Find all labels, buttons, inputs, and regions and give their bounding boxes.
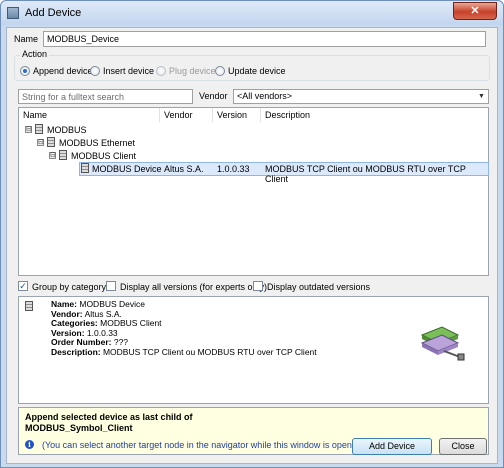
detail-description-label: Description: — [51, 346, 101, 357]
insert-device-radio[interactable] — [90, 66, 100, 76]
vendor-label: Vendor — [199, 91, 228, 101]
update-device-label[interactable]: Update device — [228, 66, 286, 76]
device-image — [400, 301, 484, 385]
close-icon[interactable]: ✕ — [453, 2, 497, 20]
name-label: Name — [14, 34, 39, 44]
display-all-versions-label[interactable]: Display all versions (for experts only) — [120, 282, 267, 292]
device-icon — [25, 301, 33, 311]
column-header-description[interactable]: Description — [261, 108, 488, 122]
window-title: Add Device — [25, 7, 82, 19]
add-device-dialog: Add Device ✕ Name MODBUS_Device Action A… — [0, 0, 504, 468]
device-icon — [35, 124, 43, 134]
collapse-icon[interactable]: ⊟ — [49, 152, 56, 159]
action-label: Action — [20, 49, 50, 59]
device-vendor: Altus S.A. — [164, 164, 204, 174]
device-info-panel: Name: MODBUS Device Vendor: Altus S.A. C… — [18, 296, 489, 404]
display-all-versions-checkbox[interactable] — [106, 281, 116, 291]
group-by-category-label[interactable]: Group by category — [32, 282, 106, 292]
column-header-name[interactable]: Name — [19, 108, 160, 122]
device-image-graphic — [420, 326, 465, 361]
message-line1: Append selected device as last child of — [25, 412, 193, 422]
plug-device-radio — [156, 66, 166, 76]
detail-categories: MODBUS Client — [100, 318, 162, 328]
title-bar: Add Device ✕ — [1, 1, 503, 25]
device-icon — [47, 137, 55, 147]
dialog-body: Name MODBUS_Device Action Append device … — [6, 27, 498, 464]
fulltext-search-input[interactable]: String for a fulltext search — [18, 89, 193, 104]
chevron-down-icon[interactable]: ▼ — [475, 90, 488, 103]
vendor-select-value: <All vendors> — [237, 91, 293, 101]
detail-version: 1.0.0.33 — [86, 327, 118, 338]
plug-device-label: Plug device — [169, 66, 216, 76]
detail-order: ??? — [113, 337, 129, 347]
detail-name-label: Name: — [51, 299, 77, 309]
device-icon — [59, 150, 67, 160]
info-icon: i — [25, 440, 34, 449]
collapse-icon[interactable]: ⊟ — [37, 139, 44, 146]
display-outdated-versions-label[interactable]: Display outdated versions — [267, 282, 370, 292]
update-device-radio[interactable] — [215, 66, 225, 76]
tree-item-modbus[interactable]: MODBUS — [47, 125, 87, 135]
device-version: 1.0.0.33 — [217, 164, 250, 174]
detail-version-label: Version: — [51, 327, 85, 338]
detail-name: MODBUS Device — [79, 299, 146, 309]
name-input[interactable]: MODBUS_Device — [43, 31, 486, 47]
message-line2: MODBUS_Symbol_Client — [25, 423, 133, 433]
close-button[interactable]: Close — [439, 438, 487, 455]
detail-vendor: Altus S.A. — [84, 308, 122, 319]
add-device-button[interactable]: Add Device — [352, 438, 432, 455]
detail-vendor-label: Vendor: — [51, 308, 83, 319]
message-hint: (You can select another target node in t… — [42, 440, 358, 450]
insert-device-label[interactable]: Insert device — [103, 66, 154, 76]
display-outdated-versions-checkbox[interactable] — [253, 281, 263, 291]
column-header-vendor[interactable]: Vendor — [160, 108, 213, 122]
tree-item-modbus-client[interactable]: MODBUS Client — [71, 151, 136, 161]
tree-item-modbus-device[interactable]: MODBUS Device — [92, 164, 162, 174]
device-description: MODBUS TCP Client ou MODBUS RTU over TCP… — [265, 164, 466, 184]
device-details: Name: MODBUS Device Vendor: Altus S.A. C… — [51, 299, 317, 357]
app-icon — [7, 7, 19, 19]
append-device-label[interactable]: Append device — [33, 66, 93, 76]
detail-description: MODBUS TCP Client ou MODBUS RTU over TCP… — [102, 346, 317, 357]
column-header-version[interactable]: Version — [213, 108, 261, 122]
group-by-category-checkbox[interactable]: ✓ — [18, 281, 28, 291]
append-device-radio[interactable] — [20, 66, 30, 76]
tree-item-modbus-ethernet[interactable]: MODBUS Ethernet — [59, 138, 135, 148]
device-list[interactable]: Name Vendor Version Description ⊟ MODBUS… — [18, 107, 489, 276]
collapse-icon[interactable]: ⊟ — [25, 126, 32, 133]
detail-categories-label: Categories: — [51, 318, 98, 328]
detail-order-label: Order Number: — [51, 337, 112, 347]
vendor-select[interactable]: <All vendors> ▼ — [233, 89, 489, 104]
device-icon — [81, 163, 89, 173]
